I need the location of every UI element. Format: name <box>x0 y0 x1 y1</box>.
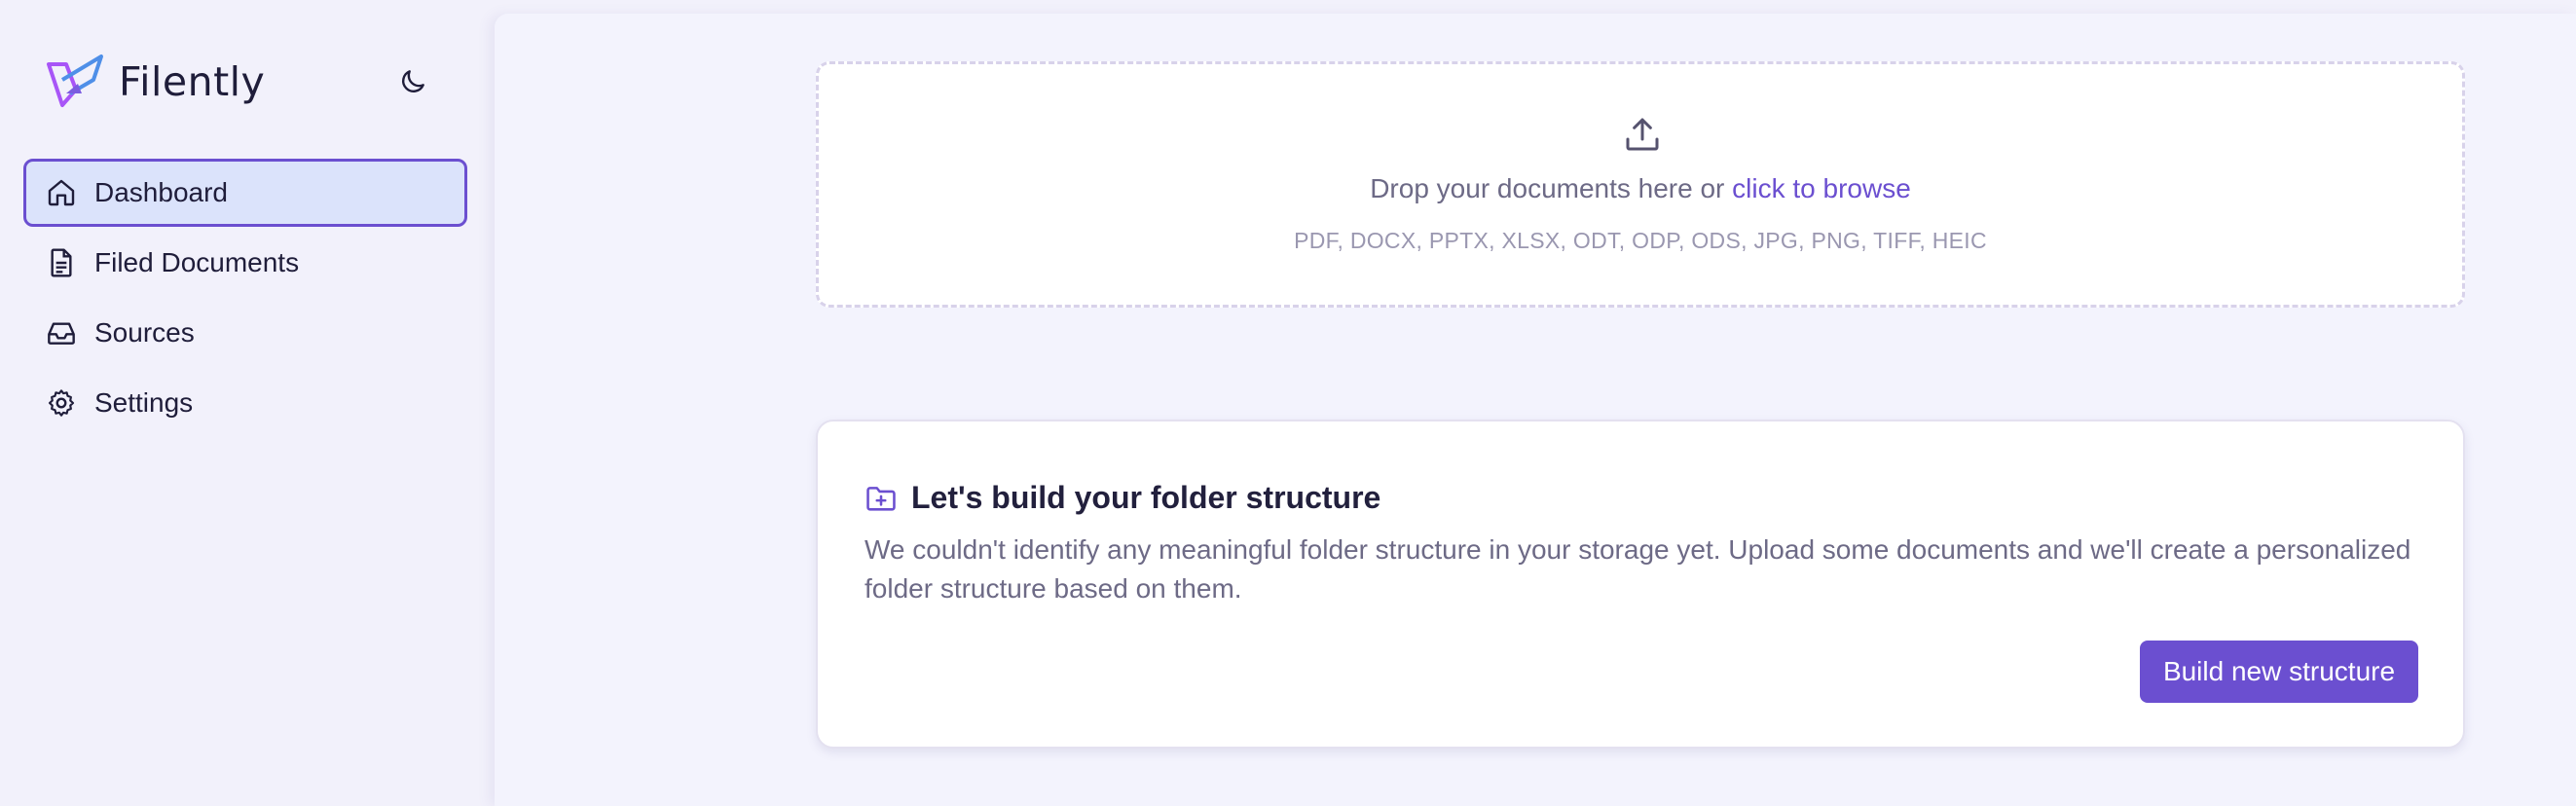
upload-prompt: Drop your documents here or click to bro… <box>819 173 2462 204</box>
build-new-structure-button[interactable]: Build new structure <box>2140 641 2418 703</box>
folder-structure-card: Let's build your folder structure We cou… <box>816 420 2465 749</box>
inbox-icon <box>48 322 75 345</box>
sidebar-nav: Dashboard Filed Documents Sources Settin… <box>23 159 467 439</box>
theme-toggle-button[interactable] <box>391 60 434 103</box>
sidebar-item-dashboard[interactable]: Dashboard <box>23 159 467 227</box>
sidebar-item-settings[interactable]: Settings <box>23 369 467 437</box>
card-header: Let's build your folder structure <box>865 480 1380 516</box>
upload-dropzone[interactable]: Drop your documents here or click to bro… <box>816 61 2465 308</box>
folder-plus-icon <box>866 486 896 511</box>
sidebar-item-sources[interactable]: Sources <box>23 299 467 367</box>
card-title: Let's build your folder structure <box>911 480 1381 515</box>
app-logo[interactable]: Filently <box>45 51 265 113</box>
document-icon <box>51 248 72 277</box>
sidebar-item-label: Settings <box>94 387 194 418</box>
sidebar-item-filed-documents[interactable]: Filed Documents <box>23 229 467 297</box>
sidebar-item-label: Sources <box>94 317 195 348</box>
sidebar-item-label: Filed Documents <box>94 247 300 277</box>
sidebar: Filently Dashboard Filed Documents Sourc… <box>0 0 495 806</box>
supported-formats: PDF, DOCX, PPTX, XLSX, ODT, ODP, ODS, JP… <box>1294 228 1987 253</box>
sidebar-item-label: Dashboard <box>94 177 228 207</box>
upload-prompt-text: Drop your documents here or <box>1370 173 1725 203</box>
card-description: We couldn't identify any meaningful fold… <box>865 534 2411 604</box>
gear-icon <box>48 389 75 417</box>
browse-link[interactable]: click to browse <box>1732 173 1911 203</box>
app-name: Filently <box>119 58 266 105</box>
main-content: Drop your documents here or click to bro… <box>495 14 2576 806</box>
moon-icon <box>402 70 424 92</box>
upload-icon <box>1626 118 1659 151</box>
home-icon <box>48 179 75 206</box>
filently-logo-icon <box>47 55 103 107</box>
